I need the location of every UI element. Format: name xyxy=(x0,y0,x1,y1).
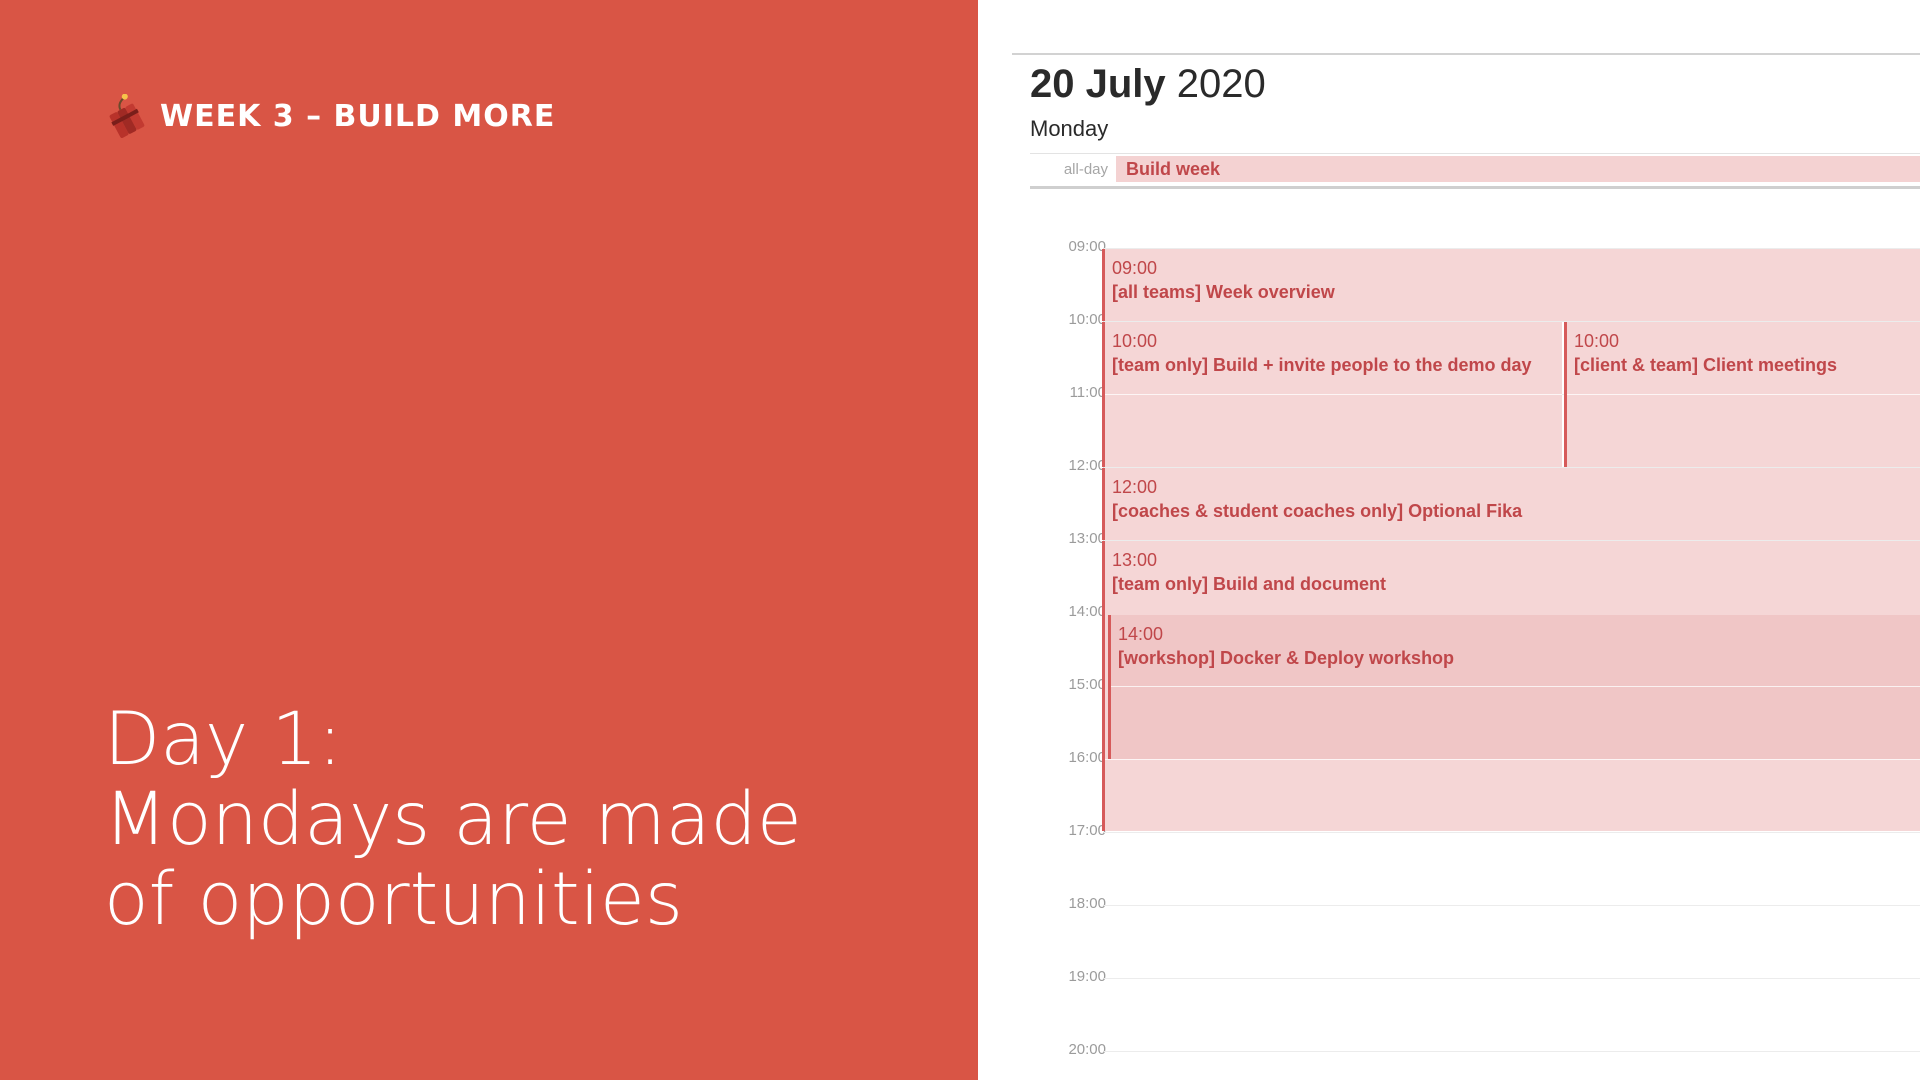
calendar-event[interactable]: 14:00 [workshop] Docker & Deploy worksho… xyxy=(1108,615,1920,759)
hour-line xyxy=(1104,832,1920,833)
hour-label: 10:00 xyxy=(1068,311,1106,328)
allday-row: all-day Build week xyxy=(1030,153,1920,189)
allday-label: all-day xyxy=(1063,161,1108,178)
slide-title: Day 1: Mondays are made of opportunities xyxy=(104,700,944,940)
dynamite-icon xyxy=(109,94,145,138)
event-time: 10:00 xyxy=(1112,331,1158,351)
hour-line xyxy=(1104,1051,1920,1052)
hour-label: 14:00 xyxy=(1068,603,1106,620)
hour-line xyxy=(1104,978,1920,979)
event-hour-divider xyxy=(1105,394,1562,395)
calendar-day-view: 20 July 2020 Monday all-day Build week 0… xyxy=(1012,0,1920,1080)
event-hour-divider xyxy=(1567,394,1920,395)
event-time: 14:00 xyxy=(1118,624,1164,644)
event-title: [all teams] Week overview xyxy=(1112,282,1335,302)
event-title: [client & team] Client meetings xyxy=(1574,355,1838,375)
hour-label: 11:00 xyxy=(1069,384,1106,401)
event-time: 12:00 xyxy=(1112,477,1158,497)
hour-label: 12:00 xyxy=(1068,457,1106,474)
event-time: 10:00 xyxy=(1574,331,1620,351)
week-header: WEEK 3 – BUILD MORE xyxy=(104,92,555,140)
hour-label: 15:00 xyxy=(1068,676,1106,693)
hour-label: 09:00 xyxy=(1068,238,1106,255)
calendar-year: 2020 xyxy=(1176,62,1266,106)
allday-event[interactable]: Build week xyxy=(1116,156,1920,182)
event-title: [team only] Build + invite people to the… xyxy=(1112,355,1532,375)
event-hour-divider xyxy=(1111,686,1920,687)
hour-label: 13:00 xyxy=(1068,530,1106,547)
event-title: [team only] Build and document xyxy=(1112,574,1387,594)
hour-line xyxy=(1104,905,1920,906)
calendar-date: 20 July 2020 xyxy=(1030,62,1266,107)
hour-label: 20:00 xyxy=(1068,1041,1106,1058)
calendar-event[interactable]: 12:00 [coaches & student coaches only] O… xyxy=(1102,468,1920,540)
slide-panel: WEEK 3 – BUILD MORE Day 1: Mondays are m… xyxy=(0,0,978,1080)
title-line: of opportunities xyxy=(104,857,683,942)
hour-label: 18:00 xyxy=(1068,895,1106,912)
event-title: [coaches & student coaches only] Optiona… xyxy=(1112,501,1523,521)
calendar-event[interactable]: 09:00 [all teams] Week overview xyxy=(1102,249,1920,321)
week-label: WEEK 3 – BUILD MORE xyxy=(160,98,556,134)
calendar-divider xyxy=(1012,53,1920,55)
hour-label: 17:00 xyxy=(1068,822,1106,839)
event-time: 09:00 xyxy=(1112,258,1158,278)
event-hour-divider xyxy=(1105,759,1920,760)
calendar-day-month: 20 July xyxy=(1030,62,1166,106)
event-time: 13:00 xyxy=(1112,550,1158,570)
hour-label: 19:00 xyxy=(1068,968,1106,985)
title-line: Mondays are made xyxy=(104,777,802,862)
hour-label: 16:00 xyxy=(1068,749,1106,766)
calendar-weekday: Monday xyxy=(1030,116,1109,141)
title-line: Day 1: xyxy=(104,697,343,782)
event-title: [workshop] Docker & Deploy workshop xyxy=(1118,648,1455,668)
